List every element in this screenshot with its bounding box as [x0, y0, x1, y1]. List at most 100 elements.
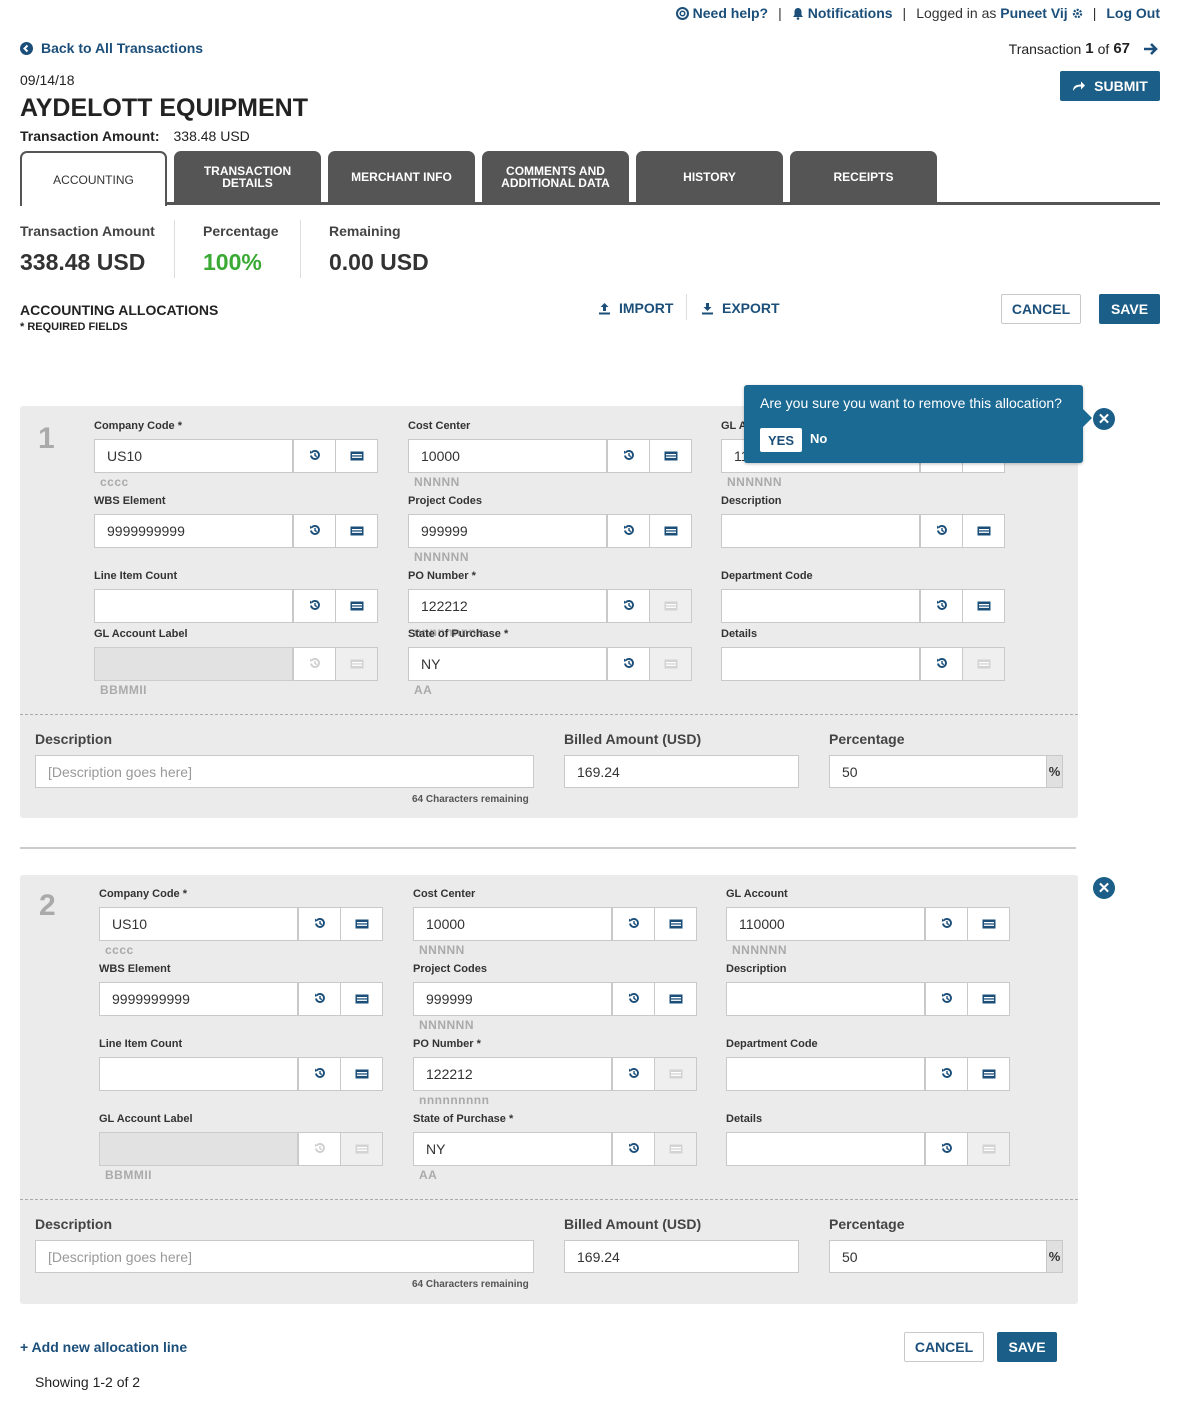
department-code-input[interactable]: [726, 1057, 925, 1091]
state-of-purchase-input[interactable]: NY: [408, 647, 607, 681]
list-icon: [982, 1142, 996, 1157]
next-arrow-icon[interactable]: [1142, 41, 1160, 57]
tab-transaction-details[interactable]: TRANSACTION DETAILS: [174, 151, 321, 203]
gl-account-lookup-button[interactable]: [967, 907, 1010, 941]
wbs-element-input[interactable]: 9999999999: [94, 514, 293, 548]
percentage-input[interactable]: 50: [829, 755, 1047, 788]
description-lookup-button[interactable]: [967, 982, 1010, 1016]
wbs-element-lookup-button[interactable]: [340, 982, 383, 1016]
save-button-bottom[interactable]: SAVE: [997, 1332, 1057, 1362]
billed-amount-input[interactable]: 169.24: [564, 755, 799, 788]
tab-merchant-info[interactable]: MERCHANT INFO: [328, 151, 475, 203]
popover-yes-button[interactable]: YES: [760, 428, 802, 452]
cost-center-lookup-button[interactable]: [654, 907, 697, 941]
allocation-description-input[interactable]: [Description goes here]: [35, 1240, 534, 1273]
details-history-button[interactable]: [920, 647, 963, 681]
add-allocation-link[interactable]: + Add new allocation line: [20, 1339, 187, 1355]
company-code-lookup-button[interactable]: [335, 439, 378, 473]
description-input[interactable]: [726, 982, 925, 1016]
submit-button[interactable]: SUBMIT: [1060, 71, 1160, 101]
po-number-history-button[interactable]: [612, 1057, 655, 1091]
back-to-transactions-link[interactable]: Back to All Transactions: [20, 40, 203, 56]
export-button[interactable]: EXPORT: [701, 300, 780, 316]
state-of-purchase-history-button[interactable]: [607, 647, 650, 681]
description-history-button[interactable]: [920, 514, 963, 548]
cost-center-input[interactable]: 10000: [408, 439, 607, 473]
details-lookup-button: [967, 1132, 1010, 1166]
allocation-separator: [20, 847, 1076, 849]
company-code-history-button[interactable]: [298, 907, 341, 941]
po-number-history-button[interactable]: [607, 589, 650, 623]
description-lookup-button[interactable]: [962, 514, 1005, 548]
cost-center-history-button[interactable]: [607, 439, 650, 473]
percentage-input[interactable]: 50: [829, 1240, 1047, 1273]
project-codes-lookup-button[interactable]: [649, 514, 692, 548]
history-icon: [941, 917, 953, 932]
divider: |: [902, 5, 907, 21]
help-link[interactable]: Need help?: [675, 5, 768, 21]
state-of-purchase-history-button[interactable]: [612, 1132, 655, 1166]
project-codes-label: Project Codes: [413, 963, 487, 975]
tab-accounting[interactable]: ACCOUNTING: [20, 151, 167, 206]
history-icon: [936, 524, 948, 539]
line-item-count-lookup-button[interactable]: [335, 589, 378, 623]
line-item-count-lookup-button[interactable]: [340, 1057, 383, 1091]
tab-receipts[interactable]: RECEIPTS: [790, 151, 937, 203]
user-menu[interactable]: Puneet Vij: [1000, 5, 1082, 21]
remove-allocation-2-button[interactable]: ✕: [1093, 877, 1115, 899]
allocation-description-label: Description: [35, 1216, 113, 1232]
save-button-top[interactable]: SAVE: [1099, 294, 1160, 324]
company-code-input[interactable]: US10: [99, 907, 298, 941]
state-of-purchase-input[interactable]: NY: [413, 1132, 612, 1166]
state-of-purchase-label: State of Purchase *: [413, 1113, 514, 1125]
line-item-count-history-button[interactable]: [298, 1057, 341, 1091]
user-name: Puneet Vij: [1000, 5, 1068, 21]
department-code-history-button[interactable]: [925, 1057, 968, 1091]
po-number-input[interactable]: 122212: [413, 1057, 612, 1091]
notifications-link[interactable]: Notifications: [792, 5, 893, 21]
project-codes-input[interactable]: 999999: [408, 514, 607, 548]
department-code-input[interactable]: [721, 589, 920, 623]
billed-amount-input[interactable]: 169.24: [564, 1240, 799, 1273]
department-code-history-button[interactable]: [920, 589, 963, 623]
allocation-description-input[interactable]: [Description goes here]: [35, 755, 534, 788]
wbs-element-lookup-button[interactable]: [335, 514, 378, 548]
department-code-lookup-button[interactable]: [962, 589, 1005, 623]
details-input[interactable]: [721, 647, 920, 681]
remove-allocation-1-button[interactable]: ✕: [1093, 408, 1115, 430]
import-button[interactable]: IMPORT: [598, 300, 673, 316]
project-codes-history-button[interactable]: [612, 982, 655, 1016]
cancel-button-top[interactable]: CANCEL: [1001, 294, 1081, 324]
line-item-count-input[interactable]: [94, 589, 293, 623]
upload-icon: [599, 302, 610, 314]
gl-account-history-button[interactable]: [925, 907, 968, 941]
help-icon: [675, 6, 689, 20]
department-code-lookup-button[interactable]: [967, 1057, 1010, 1091]
description-input[interactable]: [721, 514, 920, 548]
description-history-button[interactable]: [925, 982, 968, 1016]
cost-center-history-button[interactable]: [612, 907, 655, 941]
cancel-button-bottom[interactable]: CANCEL: [904, 1332, 984, 1362]
wbs-element-history-button[interactable]: [298, 982, 341, 1016]
project-codes-input[interactable]: 999999: [413, 982, 612, 1016]
project-codes-history-button[interactable]: [607, 514, 650, 548]
company-code-lookup-button[interactable]: [340, 907, 383, 941]
wbs-element-history-button[interactable]: [293, 514, 336, 548]
popover-arrow: [1083, 409, 1092, 427]
project-codes-lookup-button[interactable]: [654, 982, 697, 1016]
wbs-element-input[interactable]: 9999999999: [99, 982, 298, 1016]
tab-history[interactable]: HISTORY: [636, 151, 783, 203]
company-code-input[interactable]: US10: [94, 439, 293, 473]
popover-no-button[interactable]: No: [810, 431, 827, 446]
company-code-history-button[interactable]: [293, 439, 336, 473]
line-item-count-history-button[interactable]: [293, 589, 336, 623]
details-history-button[interactable]: [925, 1132, 968, 1166]
po-number-input[interactable]: 122212: [408, 589, 607, 623]
gl-account-input[interactable]: 110000: [726, 907, 925, 941]
cost-center-lookup-button[interactable]: [649, 439, 692, 473]
line-item-count-input[interactable]: [99, 1057, 298, 1091]
tab-comments[interactable]: COMMENTS AND ADDITIONAL DATA: [482, 151, 629, 203]
cost-center-input[interactable]: 10000: [413, 907, 612, 941]
logout-link[interactable]: Log Out: [1106, 5, 1160, 21]
details-input[interactable]: [726, 1132, 925, 1166]
